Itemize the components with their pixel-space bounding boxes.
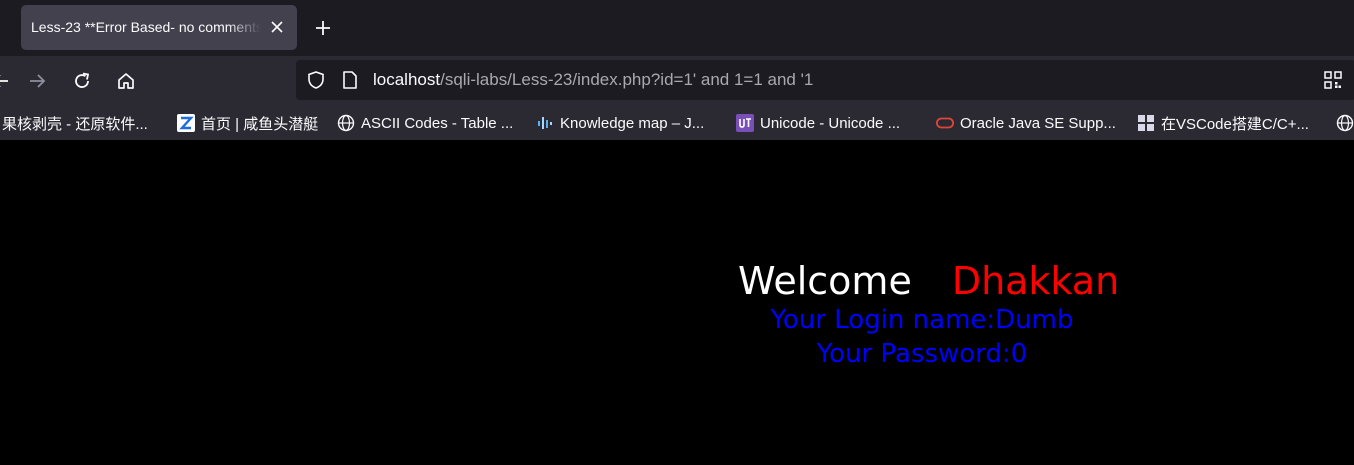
tab-title: Less-23 **Error Based- no comments** [31,19,261,35]
home-icon[interactable] [111,66,141,96]
new-tab-icon[interactable] [309,14,337,42]
globe-icon [1336,114,1354,132]
bookmark-item[interactable]: 在VSCode搭建C/C+... [1137,106,1309,140]
bars-icon [536,114,554,132]
address-bar[interactable]: localhost/sqli-labs/Less-23/index.php?id… [296,60,1354,100]
bookmark-item[interactable]: 果核剥壳 - 还原软件... [2,106,148,140]
active-tab[interactable]: Less-23 **Error Based- no comments** [21,5,297,50]
bookmark-label: Unicode - Unicode ... [760,114,901,132]
bookmark-item[interactable]: Knowledge map – J... [536,106,704,140]
page-info-icon[interactable] [342,71,358,93]
globe-icon [337,114,355,132]
bookmark-label: Knowledge map – J... [560,114,705,132]
qr-code-icon[interactable] [1324,71,1342,93]
bookmark-label: 在VSCode搭建C/C+... [1161,115,1309,133]
navigation-toolbar: localhost/sqli-labs/Less-23/index.php?id… [0,56,1354,106]
bookmark-label: 首页 | 咸鱼头潜艇 [201,115,319,133]
ut-icon [736,114,754,132]
zhihu-icon [177,114,195,132]
bookmark-item[interactable]: ASCII Codes - Table ... [337,106,513,140]
reload-icon[interactable] [67,66,97,96]
welcome-heading: Welcome Dhakkan [738,258,1119,304]
url-path: /sqli-labs/Less-23/index.php?id=1' and 1… [440,70,814,89]
url-host: localhost [373,70,441,89]
bookmark-item[interactable]: Unicode - Unicode ... [736,106,900,140]
bookmark-item[interactable]: Oracle Java SE Supp... [936,106,1116,140]
grid-icon [1137,114,1155,132]
url-text[interactable]: localhost/sqli-labs/Less-23/index.php?id… [373,60,813,100]
tab-strip: Less-23 **Error Based- no comments** [0,0,1354,56]
bookmark-overflow-globe-icon[interactable] [1336,106,1354,140]
forward-icon[interactable] [22,66,52,96]
bookmarks-toolbar: 果核剥壳 - 还原软件... 首页 | 咸鱼头潜艇 ASCII Codes - … [0,106,1354,140]
bookmark-label: 果核剥壳 - 还原软件... [2,115,148,133]
login-name-text: Your Login name:Dumb [770,305,1074,335]
username-highlight: Dhakkan [951,259,1120,303]
back-icon[interactable] [0,66,16,96]
bookmark-label: Oracle Java SE Supp... [960,114,1116,132]
page-content: Welcome Dhakkan Your Login name:Dumb Your… [0,140,1354,465]
tracking-protection-shield-icon[interactable] [306,70,326,94]
password-text: Your Password:0 [816,339,1028,369]
bookmark-label: ASCII Codes - Table ... [361,114,514,132]
oracle-icon [936,114,954,132]
bookmark-item[interactable]: 首页 | 咸鱼头潜艇 [177,106,318,140]
welcome-text: Welcome [738,259,912,303]
close-tab-icon[interactable] [267,17,287,37]
